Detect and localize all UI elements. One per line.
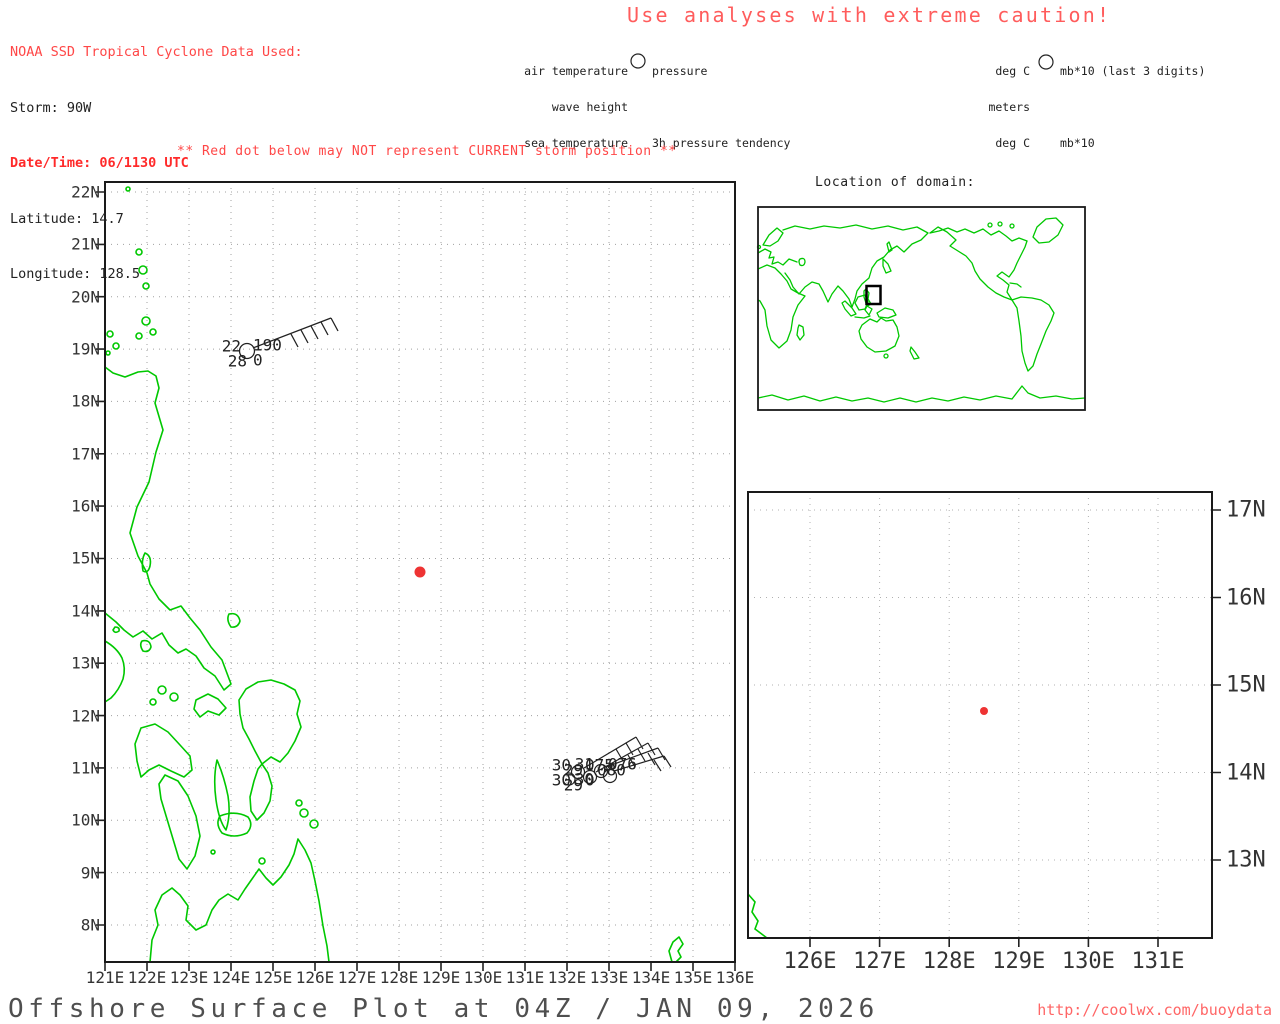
main-map-x-axis-label: 124E: [211, 968, 251, 987]
plot-title: Offshore Surface Plot at 04Z / JAN 09, 2…: [8, 994, 879, 1024]
main-map-x-axis-label: 131E: [505, 968, 545, 987]
zoom-inset-x-axis-label: 128E: [922, 949, 976, 974]
legend-unit-degc-1: deg C: [995, 64, 1030, 78]
zoom-inset-coastline: [747, 893, 768, 939]
legend-unit-meters: meters: [988, 100, 1030, 114]
main-map-y-axis-label: 22N: [71, 182, 100, 202]
main-map-x-axis-label: 125E: [253, 968, 293, 987]
zoom-inset-y-axis-label: 16N: [1226, 585, 1266, 610]
main-map-y-axis-label: 11N: [71, 758, 100, 778]
zoom-inset-x-axis-label: 126E: [783, 949, 837, 974]
main-map-y-axis-label: 17N: [71, 444, 100, 464]
station-sea-temp: 28: [227, 351, 247, 371]
zoom-inset-y-axis-label: 13N: [1226, 847, 1266, 873]
main-map-x-axis-label: 130E: [463, 968, 503, 987]
main-map-x-axis-label: 132E: [547, 968, 587, 987]
header-source-line: NOAA SSD Tropical Cyclone Data Used:: [10, 44, 303, 60]
header-latitude: Latitude: 14.7: [10, 210, 124, 227]
caution-headline: Use analyses with extreme caution!: [627, 3, 1112, 27]
storm-dot-main: [414, 566, 426, 578]
main-map-x-axis-label: 129E: [421, 968, 461, 987]
main-map-y-axis-label: 16N: [71, 496, 100, 516]
main-map-x-axis-label: 121E: [85, 968, 125, 987]
main-map-x-axis-label: 135E: [673, 968, 713, 987]
buoydata-url-link[interactable]: http://coolwx.com/buoydata: [1037, 1001, 1272, 1019]
main-map-y-axis-label: 12N: [71, 706, 100, 726]
world-coastlines: [756, 217, 1086, 403]
main-map-y-axis-label: 19N: [71, 339, 100, 359]
header-longitude: Longitude: 128.5: [10, 266, 141, 282]
station-circle-icon: [630, 53, 646, 69]
main-map-y-axis-label: 13N: [71, 653, 100, 673]
main-map-y-axis-label: 9N: [80, 863, 100, 883]
zoom-inset-y-axis-label: 17N: [1226, 497, 1266, 523]
main-map-y-axis-label: 18N: [71, 391, 100, 411]
legend-unit-mb10: mb*10: [1060, 136, 1095, 150]
legend-wave-height: wave height: [551, 100, 628, 114]
main-map-x-axis-label: 122E: [127, 968, 167, 987]
header-storm: Storm: 90W: [10, 99, 92, 116]
header-block: NOAA SSD Tropical Cyclone Data Used: Sto…: [10, 6, 303, 321]
zoom-inset-x-axis-label: 131E: [1131, 949, 1185, 974]
station-sea-temp: 30: [574, 769, 594, 789]
world-inset-map: [756, 206, 1086, 411]
main-map-y-axis-label: 21N: [71, 234, 100, 254]
zoom-inset-x-axis-label: 127E: [853, 949, 907, 974]
zoom-inset-x-axis-label: 129E: [992, 949, 1046, 974]
storm-position-warning: ** Red dot below may NOT represent CURRE…: [177, 144, 677, 159]
zoom-inset-y-axis-label: 15N: [1226, 672, 1266, 698]
zoom-inset-ticks: [809, 509, 1221, 947]
legend-air-temperature: air temperature: [524, 64, 628, 78]
main-map-x-axis-label: 126E: [295, 968, 335, 987]
world-inset-border: [757, 206, 1086, 411]
main-map-y-axis-label: 14N: [71, 601, 100, 621]
zoom-inset-x-axis-label: 130E: [1061, 949, 1115, 974]
main-map-x-axis-label: 123E: [169, 968, 209, 987]
zoom-inset-border: [747, 491, 1213, 939]
storm-dot-inset: [980, 707, 988, 715]
main-map-y-axis-label: 15N: [71, 548, 100, 568]
main-map-x-axis-label: 128E: [379, 968, 419, 987]
legend-units-right-col: mb*10 (last 3 digits) . mb*10: [1060, 41, 1205, 173]
main-map-x-axis-label: 127E: [337, 968, 377, 987]
legend-pressure: pressure: [652, 64, 708, 78]
main-map-y-axis-label: 10N: [71, 810, 100, 830]
main-map-x-axis-label: 136E: [715, 968, 755, 987]
zoom-inset-grid: [748, 492, 1212, 938]
main-map-x-axis-label: 133E: [589, 968, 629, 987]
main-map-y-axis-label: 20N: [71, 287, 100, 307]
world-inset-title: Location of domain:: [815, 175, 976, 190]
legend-units-left-col: deg C meters deg C: [930, 41, 1030, 173]
legend-unit-mb10-digits: mb*10 (last 3 digits): [1060, 64, 1206, 78]
zoom-inset-map: [747, 491, 1221, 947]
station-tendency: 0: [253, 350, 263, 370]
zoom-inset-y-axis-label: 14N: [1226, 760, 1266, 785]
main-map-y-axis-label: 8N: [80, 915, 100, 935]
main-map-x-axis-label: 134E: [631, 968, 671, 987]
station-pressure: 076: [608, 754, 637, 774]
station-circle-icon: [1038, 54, 1054, 70]
legend-unit-degc-2: deg C: [995, 136, 1030, 150]
offshore-surface-plot-page: NOAA SSD Tropical Cyclone Data Used: Sto…: [0, 0, 1280, 1024]
